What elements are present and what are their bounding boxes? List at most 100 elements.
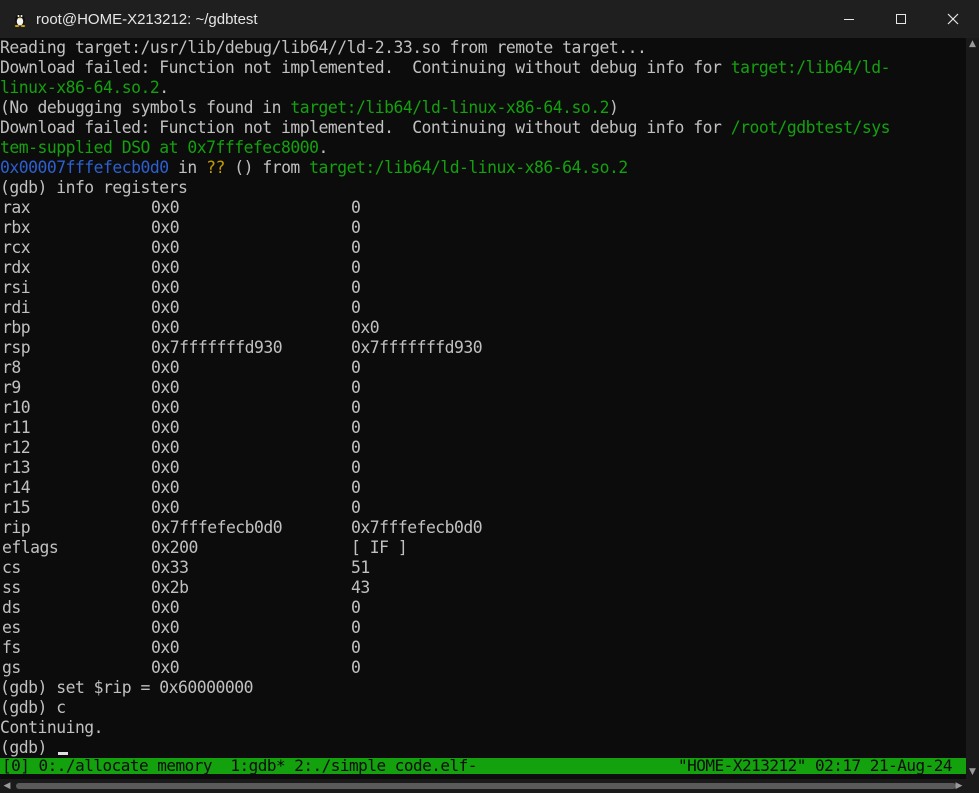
register-hex-value: 0x0 — [151, 498, 180, 517]
terminal-line: Continuing. — [0, 718, 104, 737]
register-name: rbx — [2, 218, 31, 237]
maximize-button[interactable] — [875, 0, 927, 38]
register-name: r14 — [2, 478, 31, 497]
terminal-line: Download failed: Function not implemente… — [0, 58, 966, 78]
register-hex-value: 0x0 — [151, 218, 180, 237]
register-hex-value: 0x0 — [151, 438, 180, 457]
terminal-text-segment: () from — [224, 158, 310, 177]
terminal-text-segment: /root/gdbtest/sys — [730, 118, 891, 137]
register-name: rcx — [2, 238, 31, 257]
register-row: r9 0x0 0 — [0, 378, 966, 398]
register-natural-value: 0 — [351, 438, 361, 457]
scroll-down-icon[interactable]: ▼ — [966, 766, 979, 779]
command-prompt-line[interactable]: (gdb) — [0, 738, 966, 758]
register-natural-value: 0 — [351, 418, 361, 437]
vertical-scrollbar[interactable]: ▲ ▼ — [966, 38, 979, 779]
register-natural-value: 0 — [351, 658, 361, 677]
register-hex-value: 0x0 — [151, 258, 180, 277]
register-name: gs — [2, 658, 21, 677]
horizontal-scrollbar[interactable]: ◀ ▶ — [0, 779, 966, 793]
window-controls — [823, 0, 979, 38]
register-natural-value: 0 — [351, 258, 361, 277]
register-row: rcx 0x0 0 — [0, 238, 966, 258]
terminal-text-segment: (gdb) info registers — [0, 178, 188, 197]
terminal-line: (gdb) c — [0, 698, 66, 717]
register-natural-value: 0 — [351, 198, 361, 217]
register-natural-value: 0x0 — [351, 318, 380, 337]
register-row: ds 0x0 0 — [0, 598, 966, 618]
status-windows: [0] 0:./allocate_memory 1:gdb* 2:./simpl… — [2, 758, 477, 774]
terminal-text-segment: target:/lib64/ld-linux-x86-64.so.2 — [309, 158, 628, 177]
register-hex-value: 0x0 — [151, 478, 180, 497]
register-row: rax 0x0 0 — [0, 198, 966, 218]
scroll-up-icon[interactable]: ▲ — [966, 38, 979, 51]
register-natural-value: 0 — [351, 618, 361, 637]
register-natural-value: 0 — [351, 358, 361, 377]
register-hex-value: 0x0 — [151, 658, 180, 677]
terminal-line: linux-x86-64.so.2. — [0, 78, 966, 98]
text-cursor — [58, 752, 69, 755]
scroll-left-icon[interactable]: ◀ — [0, 779, 14, 793]
register-name: rax — [2, 198, 31, 217]
register-hex-value: 0x0 — [151, 638, 180, 657]
terminal-line: (gdb) info registers — [0, 178, 966, 198]
terminal-text-segment: target:/lib64/ld-linux-x86-64.so.2 — [290, 98, 609, 117]
register-hex-value: 0x0 — [151, 618, 180, 637]
register-name: fs — [2, 638, 21, 657]
register-hex-value: 0x33 — [151, 558, 189, 577]
register-name: r15 — [2, 498, 31, 517]
terminal-line: (No debugging symbols found in target:/l… — [0, 98, 966, 118]
terminal-text-segment: tem-supplied DSO at 0x7fffefec8000 — [0, 138, 319, 157]
register-row: rsi 0x0 0 — [0, 278, 966, 298]
maximize-icon — [895, 10, 907, 29]
window-title: root@HOME-X213212: ~/gdbtest — [36, 10, 258, 28]
horizontal-scroll-thumb[interactable] — [16, 783, 956, 789]
register-name: ss — [2, 578, 21, 597]
register-natural-value: 0 — [351, 638, 361, 657]
terminal-text-segment: . — [318, 138, 329, 157]
register-hex-value: 0x0 — [151, 398, 180, 417]
scrollbar-corner — [966, 779, 979, 793]
register-natural-value: 0 — [351, 498, 361, 517]
register-natural-value: 0 — [351, 238, 361, 257]
register-natural-value: 0 — [351, 278, 361, 297]
register-name: r13 — [2, 458, 31, 477]
terminal-text-segment: 0x00007fffefecb0d0 — [0, 158, 169, 177]
terminal-text-segment: Download failed: Function not implemente… — [0, 58, 731, 77]
register-row: ss 0x2b 43 — [0, 578, 966, 598]
register-natural-value: 0x7fffefecb0d0 — [351, 518, 483, 537]
register-row: r13 0x0 0 — [0, 458, 966, 478]
register-row: r8 0x0 0 — [0, 358, 966, 378]
terminal-line: Reading target:/usr/lib/debug/lib64//ld-… — [0, 38, 966, 58]
register-name: eflags — [2, 538, 59, 557]
register-row: es 0x0 0 — [0, 618, 966, 638]
minimize-button[interactable] — [823, 0, 875, 38]
status-host-time: "HOME-X213212" 02:17 21-Aug-24 — [678, 758, 952, 774]
register-natural-value: 0x7fffffffd930 — [351, 338, 483, 357]
terminal-text-segment: in — [168, 158, 207, 177]
register-natural-value: 0 — [351, 298, 361, 317]
register-natural-value: 0 — [351, 458, 361, 477]
register-row: fs 0x0 0 — [0, 638, 966, 658]
terminal-line: 0x00007fffefecb0d0 in ?? () from target:… — [0, 158, 966, 178]
register-row: r10 0x0 0 — [0, 398, 966, 418]
title-bar[interactable]: root@HOME-X213212: ~/gdbtest — [0, 0, 979, 38]
close-button[interactable] — [927, 0, 979, 38]
terminal-output[interactable]: Reading target:/usr/lib/debug/lib64//ld-… — [0, 38, 966, 758]
register-hex-value: 0x0 — [151, 318, 180, 337]
register-name: es — [2, 618, 21, 637]
register-natural-value: 0 — [351, 598, 361, 617]
register-name: rdx — [2, 258, 31, 277]
register-row: r14 0x0 0 — [0, 478, 966, 498]
register-hex-value: 0x0 — [151, 378, 180, 397]
terminal-text-segment: Reading target:/usr/lib/debug/lib64//ld-… — [0, 38, 647, 57]
register-name: r12 — [2, 438, 31, 457]
register-row: rip 0x7fffefecb0d0 0x7fffefecb0d0 — [0, 518, 966, 538]
register-name: r9 — [2, 378, 21, 397]
register-hex-value: 0x200 — [151, 538, 198, 557]
register-hex-value: 0x0 — [151, 358, 180, 377]
register-row: rdi 0x0 0 — [0, 298, 966, 318]
minimize-icon — [843, 10, 855, 29]
register-name: rip — [2, 518, 31, 537]
scroll-right-icon[interactable]: ▶ — [952, 779, 966, 793]
